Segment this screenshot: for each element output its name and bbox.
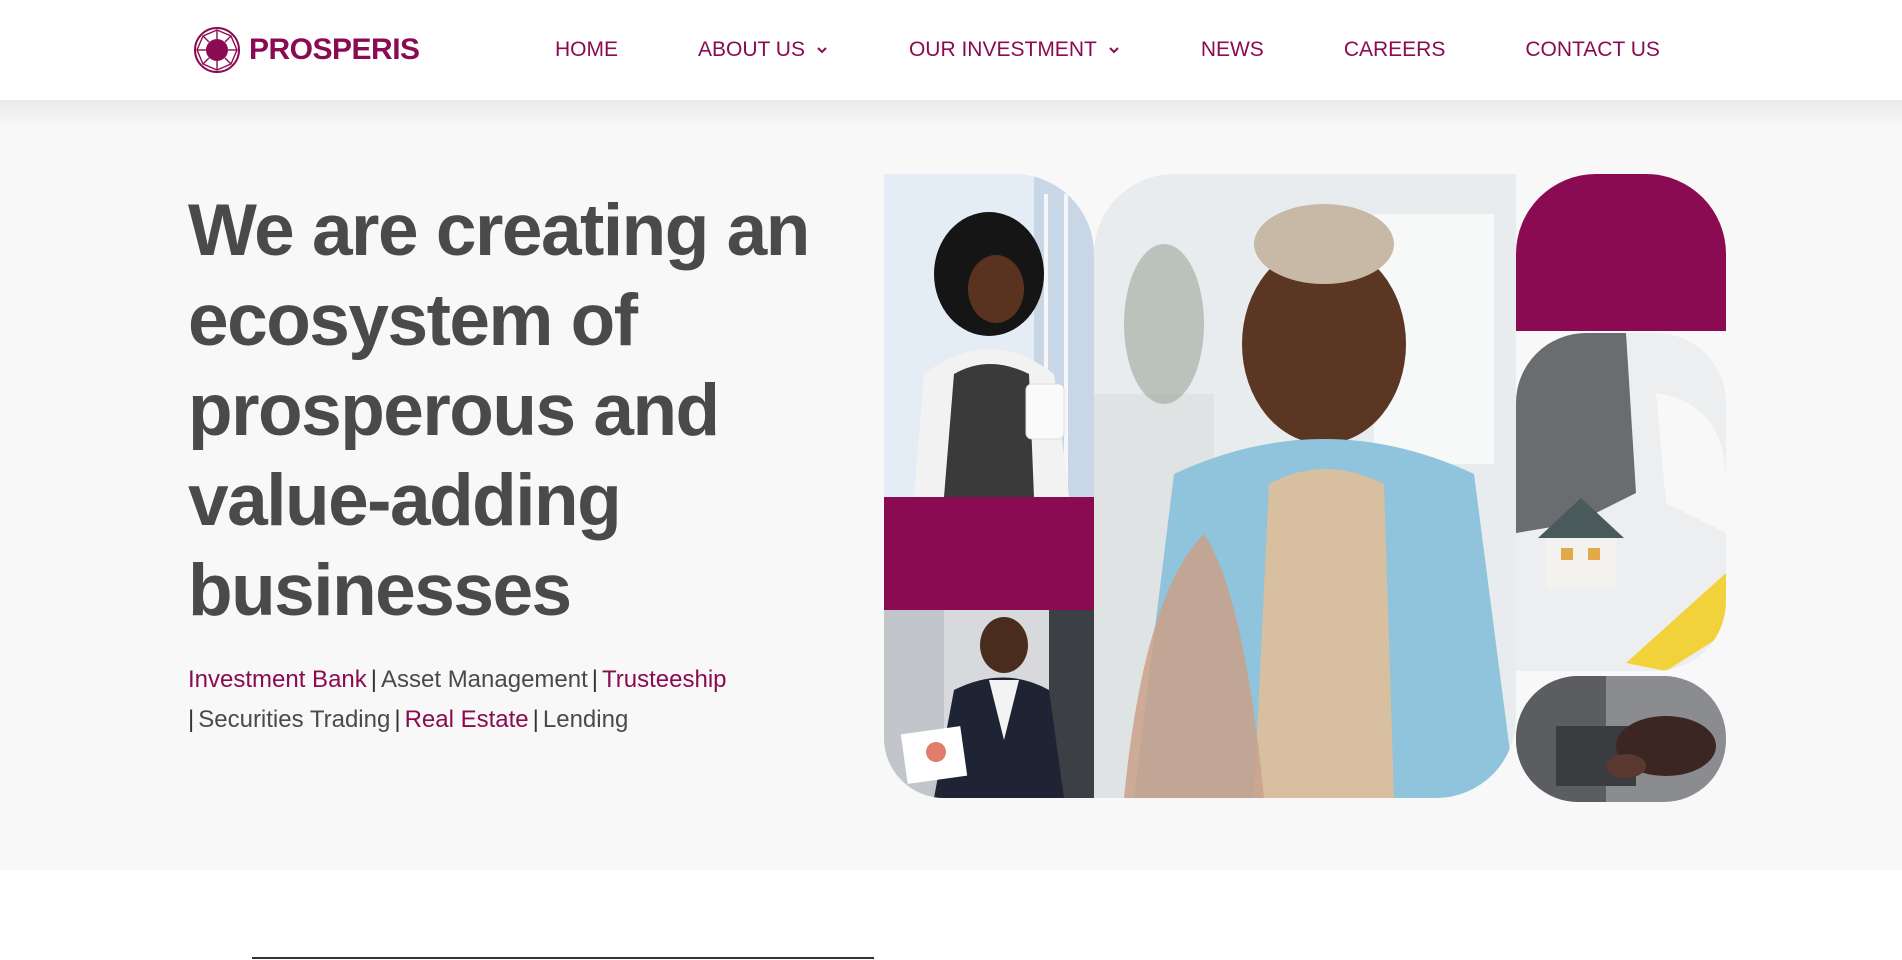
nav-about-us[interactable]: ABOUT US xyxy=(698,38,829,62)
accent-block xyxy=(884,497,1094,610)
service-trusteeship[interactable]: Trusteeship xyxy=(602,666,727,693)
woman-with-tablet-photo xyxy=(884,174,1094,497)
separator: | xyxy=(591,666,599,693)
nav-contact-us[interactable]: CONTACT US xyxy=(1525,38,1660,62)
nav-careers-label: CAREERS xyxy=(1343,38,1446,61)
nav-careers[interactable]: CAREERS xyxy=(1344,38,1446,62)
service-asset-management[interactable]: Asset Management xyxy=(381,666,588,693)
header-shadow xyxy=(0,100,1902,128)
brand-logo[interactable]: PROSPERIS xyxy=(193,26,420,74)
nav-home-label: HOME xyxy=(555,38,618,61)
woman-handshake-photo xyxy=(1094,174,1516,798)
separator: | xyxy=(394,706,401,733)
separator: | xyxy=(532,706,539,733)
chevron-down-icon xyxy=(1109,47,1119,54)
nav-our-investment[interactable]: OUR INVESTMENT xyxy=(909,38,1121,62)
logo-gem-icon xyxy=(194,27,240,73)
service-lending[interactable]: Lending xyxy=(543,706,628,733)
section-divider xyxy=(252,957,874,959)
accent-arch-block xyxy=(1516,174,1726,331)
main-nav: HOME ABOUT US OUR INVESTMENT NEWS CAREER… xyxy=(555,0,1660,100)
nav-our-investment-label: OUR INVESTMENT xyxy=(908,38,1097,61)
service-securities-trading[interactable]: Securities Trading xyxy=(198,706,390,733)
chevron-down-icon xyxy=(817,47,827,54)
laptop-typing-photo xyxy=(1516,676,1726,802)
house-model-photo xyxy=(1516,333,1726,671)
service-real-estate[interactable]: Real Estate xyxy=(405,706,529,733)
nav-news[interactable]: NEWS xyxy=(1201,38,1264,62)
separator: | xyxy=(370,666,377,693)
man-at-desk-photo xyxy=(884,610,1094,798)
nav-news-label: NEWS xyxy=(1200,38,1264,61)
nav-about-us-label: ABOUT US xyxy=(698,38,805,61)
services-list: Investment Bank | Asset Management | Trustee… xyxy=(188,660,808,740)
brand-name: PROSPERIS xyxy=(249,33,420,66)
nav-home[interactable]: HOME xyxy=(555,38,618,62)
site-header: PROSPERIS HOME ABOUT US OUR INVESTMENT N… xyxy=(0,0,1902,100)
nav-contact-us-label: CONTACT US xyxy=(1525,38,1660,61)
separator: | xyxy=(188,706,195,733)
hero-headline: We are creating an ecosystem of prospero… xyxy=(188,190,810,631)
service-investment-bank[interactable]: Investment Bank xyxy=(188,666,367,693)
